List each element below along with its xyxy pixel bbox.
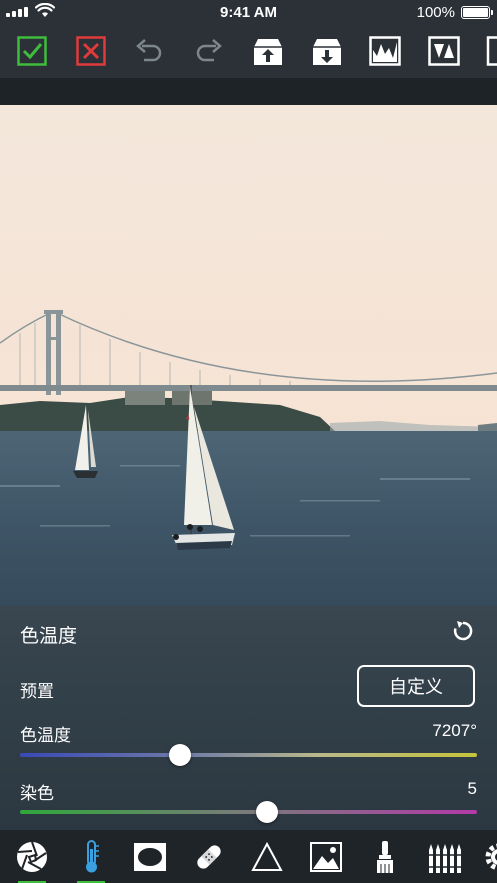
- confirm-button[interactable]: [15, 34, 49, 68]
- settings-icon: [485, 843, 497, 871]
- photo-canvas[interactable]: 4: [0, 105, 497, 605]
- compare-icon: [428, 36, 460, 66]
- tool-landscape[interactable]: [309, 840, 343, 874]
- temperature-value: 7207°: [432, 721, 477, 740]
- tool-temperature[interactable]: [74, 840, 108, 883]
- aperture-icon: [17, 841, 47, 872]
- toolbar-divider: [0, 78, 497, 105]
- compare-button[interactable]: [427, 34, 461, 68]
- import-icon: [254, 39, 282, 65]
- undo-icon: [136, 39, 162, 62]
- export-button[interactable]: [310, 34, 344, 68]
- temperature-slider-thumb[interactable]: [168, 744, 191, 766]
- confirm-icon: [17, 36, 47, 66]
- tool-healing[interactable]: [192, 840, 226, 874]
- brush-icon: [377, 841, 393, 873]
- redo-icon: [196, 39, 222, 62]
- tint-slider-thumb[interactable]: [255, 801, 278, 823]
- battery-percent: 100%: [416, 4, 455, 21]
- import-button[interactable]: [251, 34, 285, 68]
- tint-slider[interactable]: [20, 810, 477, 814]
- triangle-icon: [251, 842, 283, 871]
- tool-settings[interactable]: [483, 840, 497, 874]
- reset-button[interactable]: [451, 619, 475, 643]
- preset-dropdown[interactable]: 自定义: [357, 665, 475, 707]
- photo-image: 4: [0, 105, 497, 605]
- tool-vignette[interactable]: [133, 840, 167, 874]
- status-bar: 9:41 AM 100%: [0, 0, 497, 24]
- cancel-button[interactable]: [74, 34, 108, 68]
- bandage-icon: [197, 845, 221, 869]
- tool-presets[interactable]: [427, 840, 461, 874]
- histogram-button[interactable]: [368, 34, 402, 68]
- more-button[interactable]: [485, 34, 497, 68]
- thermometer-icon: [86, 840, 99, 873]
- panel-title: 色温度: [20, 626, 78, 647]
- svg-text:4: 4: [186, 415, 190, 422]
- cancel-icon: [76, 36, 106, 66]
- temperature-slider[interactable]: [20, 753, 477, 757]
- tint-label: 染色: [20, 784, 54, 803]
- tool-sharpen[interactable]: [250, 840, 284, 874]
- overflow-icon: [486, 36, 497, 66]
- crayons-icon: [427, 844, 461, 873]
- reset-icon: [453, 621, 473, 641]
- vignette-icon: [134, 843, 166, 871]
- redo-button[interactable]: [192, 34, 226, 68]
- temperature-label: 色温度: [20, 726, 71, 745]
- battery-icon: [461, 6, 493, 19]
- histogram-icon: [369, 36, 401, 66]
- landscape-icon: [310, 842, 342, 872]
- undo-button[interactable]: [132, 34, 166, 68]
- bottom-toolbar: [0, 830, 497, 883]
- tool-lens[interactable]: [15, 840, 49, 883]
- tint-value: 5: [467, 779, 477, 798]
- export-icon: [313, 39, 341, 65]
- tool-brush[interactable]: [368, 840, 402, 874]
- adjust-panel: 色温度 预置 自定义 色温度 7207° 染色 5: [0, 605, 497, 830]
- preset-label: 预置: [20, 682, 54, 701]
- top-toolbar: [0, 24, 497, 78]
